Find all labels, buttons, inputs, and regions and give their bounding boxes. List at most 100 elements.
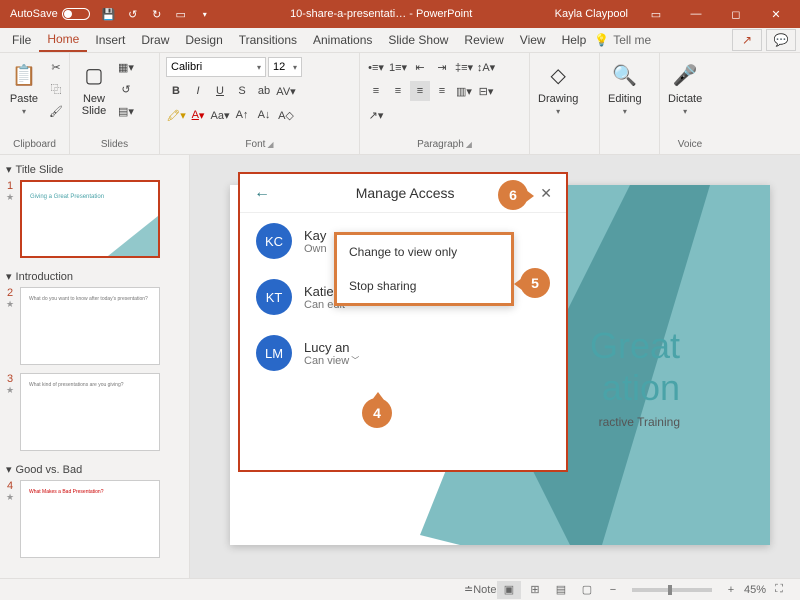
sorter-view-icon[interactable]: ⊞ — [523, 581, 547, 599]
tab-file[interactable]: File — [4, 29, 39, 51]
editing-button[interactable]: 🔍Editing▾ — [606, 57, 644, 118]
redo-icon[interactable]: ↻ — [146, 3, 168, 25]
zoom-slider[interactable] — [632, 588, 712, 592]
increase-indent-button[interactable]: ⇥ — [432, 57, 452, 77]
user-name[interactable]: Kayla Claypool — [555, 8, 628, 20]
smartart-button[interactable]: ↗▾ — [366, 105, 386, 125]
columns-button[interactable]: ▥▾ — [454, 81, 474, 101]
tab-review[interactable]: Review — [456, 29, 511, 51]
autosave-toggle[interactable]: AutoSave — [10, 8, 90, 20]
tab-insert[interactable]: Insert — [87, 29, 133, 51]
justify-button[interactable]: ≡ — [432, 81, 452, 101]
font-label: Font — [245, 139, 265, 150]
format-painter-icon[interactable]: 🖌 — [46, 101, 66, 121]
qat-dropdown-icon[interactable]: ▾ — [194, 3, 216, 25]
paste-button[interactable]: 📋 Paste ▾ — [6, 57, 42, 118]
tab-help[interactable]: Help — [554, 29, 595, 51]
italic-button[interactable]: I — [188, 81, 208, 101]
normal-view-icon[interactable]: ▣ — [497, 581, 521, 599]
fit-window-icon[interactable]: ⛶ — [767, 581, 791, 599]
shrink-font-button[interactable]: A↓ — [254, 105, 274, 125]
user-permission[interactable]: Can view﹀ — [304, 355, 359, 367]
copy-icon[interactable]: ⿻ — [46, 79, 66, 99]
save-icon[interactable]: 💾 — [98, 3, 120, 25]
slide-thumbnail-4[interactable]: What Makes a Bad Presentation? — [20, 480, 160, 558]
grow-font-button[interactable]: A↑ — [232, 105, 252, 125]
close-button[interactable]: ✕ — [540, 185, 552, 202]
align-left-button[interactable]: ≡ — [366, 81, 386, 101]
layout-icon[interactable]: ▦▾ — [116, 57, 136, 77]
zoom-in-button[interactable]: + — [719, 581, 743, 599]
tell-me-search[interactable]: 💡 Tell me — [594, 33, 651, 47]
spacing-button[interactable]: AV▾ — [276, 81, 296, 101]
font-color-button[interactable]: A▾ — [188, 105, 208, 125]
section-title-slide[interactable]: ▾Title Slide — [4, 159, 185, 180]
change-case-button[interactable]: Aa▾ — [210, 105, 230, 125]
section-introduction[interactable]: ▾Introduction — [4, 266, 185, 287]
clear-format-button[interactable]: A◇ — [276, 105, 296, 125]
highlight-button[interactable]: 🖍▾ — [166, 105, 186, 125]
user-row-lm[interactable]: LM Lucy anCan view﹀ — [240, 325, 566, 381]
minimize-icon[interactable]: — — [676, 0, 716, 28]
user-permission[interactable]: Own — [304, 243, 327, 255]
collapse-icon[interactable]: ▾ — [6, 463, 12, 476]
shadow-button[interactable]: ab — [254, 81, 274, 101]
bullets-button[interactable]: •≡▾ — [366, 57, 386, 77]
align-text-button[interactable]: ⊟▾ — [476, 81, 496, 101]
section-good-vs-bad[interactable]: ▾Good vs. Bad — [4, 459, 185, 480]
slide-panel[interactable]: ▾Title Slide 1★ Giving a Great Presentat… — [0, 155, 190, 578]
tab-slideshow[interactable]: Slide Show — [380, 29, 456, 51]
ribbon-options-icon[interactable]: ▭ — [636, 0, 676, 28]
tab-home[interactable]: Home — [39, 28, 87, 52]
collapse-icon[interactable]: ▾ — [6, 270, 12, 283]
slide-thumbnail-2[interactable]: What do you want to know after today's p… — [20, 287, 160, 365]
reading-view-icon[interactable]: ▤ — [549, 581, 573, 599]
dialog-launcher-icon[interactable]: ◢ — [267, 140, 273, 149]
font-name-combo[interactable]: Calibri▾ — [166, 57, 266, 77]
start-from-beginning-icon[interactable]: ▭ — [170, 3, 192, 25]
section-icon[interactable]: ▤▾ — [116, 101, 136, 121]
menu-change-view-only[interactable]: Change to view only — [337, 235, 511, 269]
decrease-indent-button[interactable]: ⇤ — [410, 57, 430, 77]
new-slide-button[interactable]: ▢ New Slide — [76, 57, 112, 119]
align-right-button[interactable]: ≡ — [410, 81, 430, 101]
font-size-combo[interactable]: 12▾ — [268, 57, 302, 77]
text-direction-button[interactable]: ↕A▾ — [476, 57, 496, 77]
dictate-button[interactable]: 🎤Dictate▾ — [666, 57, 704, 118]
bold-button[interactable]: B — [166, 81, 186, 101]
toggle-switch-icon[interactable] — [62, 8, 90, 20]
maximize-icon[interactable]: ◻ — [716, 0, 756, 28]
slide-thumbnail-1[interactable]: Giving a Great Presentation — [20, 180, 160, 258]
tab-draw[interactable]: Draw — [133, 29, 177, 51]
underline-button[interactable]: U — [210, 81, 230, 101]
chevron-down-icon[interactable]: ▾ — [22, 107, 26, 116]
line-spacing-button[interactable]: ‡≡▾ — [454, 57, 474, 77]
cut-icon[interactable]: ✂ — [46, 57, 66, 77]
tab-view[interactable]: View — [512, 29, 554, 51]
share-button[interactable]: ↗ — [732, 29, 762, 51]
tab-animations[interactable]: Animations — [305, 29, 380, 51]
slideshow-view-icon[interactable]: ▢ — [575, 581, 599, 599]
tab-design[interactable]: Design — [177, 29, 230, 51]
close-icon[interactable]: ✕ — [756, 0, 796, 28]
align-center-button[interactable]: ≡ — [388, 81, 408, 101]
slider-handle[interactable] — [668, 585, 672, 595]
dialog-launcher-icon[interactable]: ◢ — [466, 140, 472, 149]
reset-icon[interactable]: ↺ — [116, 79, 136, 99]
menu-stop-sharing[interactable]: Stop sharing — [337, 269, 511, 303]
slide-thumbnail-3[interactable]: What kind of presentations are you givin… — [20, 373, 160, 451]
back-button[interactable]: ← — [254, 184, 270, 202]
strikethrough-button[interactable]: S — [232, 81, 252, 101]
undo-icon[interactable]: ↺ — [122, 3, 144, 25]
numbering-button[interactable]: 1≡▾ — [388, 57, 408, 77]
lightbulb-icon: 💡 — [594, 33, 609, 47]
tab-transitions[interactable]: Transitions — [231, 29, 305, 51]
slide-subtitle[interactable]: ractive Training — [599, 415, 680, 429]
notes-button[interactable]: ≐ Notes — [471, 581, 495, 599]
slide-title[interactable]: Great ation — [590, 325, 680, 409]
drawing-button[interactable]: ◇Drawing▾ — [536, 57, 580, 118]
zoom-level[interactable]: 45% — [744, 584, 766, 596]
zoom-out-button[interactable]: − — [601, 581, 625, 599]
collapse-icon[interactable]: ▾ — [6, 163, 12, 176]
comments-button[interactable]: 💬 — [766, 29, 796, 51]
